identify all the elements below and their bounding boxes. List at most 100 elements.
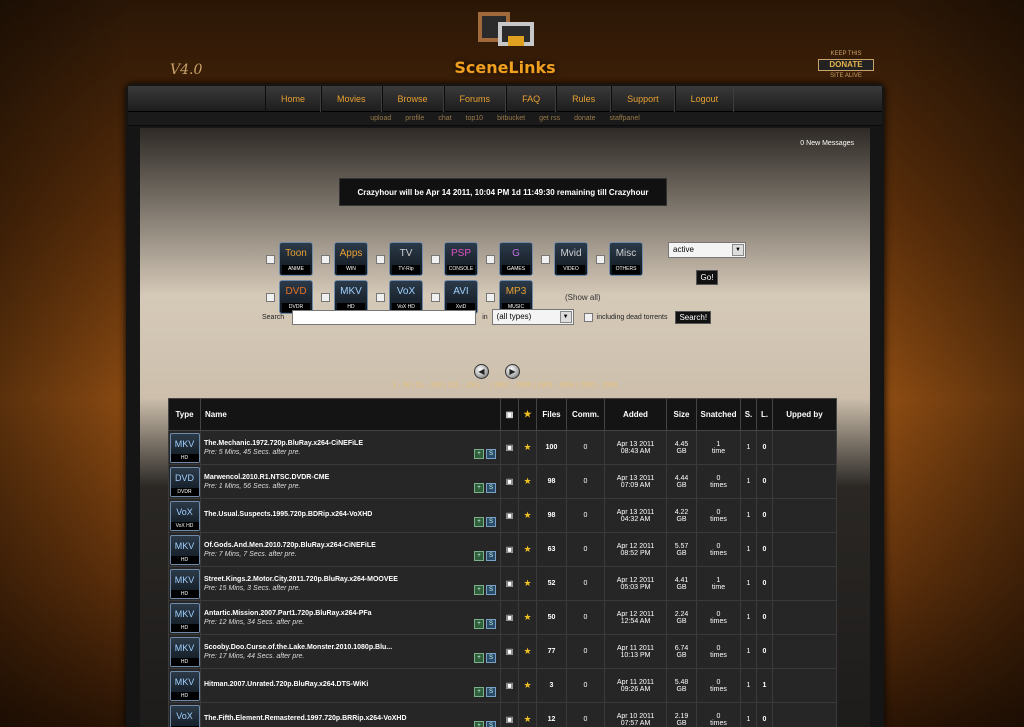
header-type[interactable]: Type xyxy=(168,398,201,431)
type-tile-icon[interactable]: MKV HD xyxy=(169,602,200,633)
star-icon[interactable]: ★ xyxy=(523,544,531,554)
bookmark-cell[interactable]: ★ xyxy=(518,668,537,703)
category-checkbox[interactable] xyxy=(431,254,440,264)
upped-by-cell[interactable] xyxy=(772,566,837,601)
nav-item-logout[interactable]: Logout xyxy=(674,86,735,112)
table-row[interactable]: DVD DVDR Marwencol.2010.R1.NTSC.DVDR-CME Pr… xyxy=(168,464,837,499)
star-icon[interactable]: ★ xyxy=(523,680,531,690)
header-comments[interactable]: Comm. xyxy=(566,398,605,431)
add-icon[interactable]: + xyxy=(474,483,484,493)
snatched-cell[interactable]: 1 time xyxy=(696,566,741,601)
download-cell[interactable]: ▣ xyxy=(500,702,519,727)
snatched-cell[interactable]: 0 times xyxy=(696,498,741,533)
comments-cell[interactable]: 0 xyxy=(566,464,605,499)
files-cell[interactable]: 50 xyxy=(536,600,567,635)
leechers-cell[interactable]: 0 xyxy=(756,430,773,465)
category-tile-icon[interactable]: Toon ANIME xyxy=(279,242,313,276)
files-cell[interactable]: 12 xyxy=(536,702,567,727)
type-cell[interactable]: VoXVoX HD xyxy=(168,702,201,727)
bookmark-cell[interactable]: ★ xyxy=(518,600,537,635)
torrent-name-link[interactable]: Antartic.Mission.2007.Part1.720p.BluRay.… xyxy=(204,610,500,617)
bookmark-cell[interactable]: ★ xyxy=(518,566,537,601)
leechers-cell[interactable]: 0 xyxy=(756,532,773,567)
floppy-icon[interactable]: ▣ xyxy=(506,477,514,486)
files-cell[interactable]: 100 xyxy=(536,430,567,465)
comments-cell[interactable]: 0 xyxy=(566,702,605,727)
type-cell[interactable]: MKV HD xyxy=(168,430,201,465)
add-icon[interactable]: + xyxy=(474,619,484,629)
bookmark-cell[interactable]: ★ xyxy=(518,702,537,727)
torrent-name-link[interactable]: Hitman.2007.Unrated.720p.BluRay.x264.DTS… xyxy=(204,681,500,688)
category-tile-icon[interactable]: Mvid VIDEO xyxy=(554,242,588,276)
bookmark-cell[interactable]: ★ xyxy=(518,430,537,465)
subnav-item-bitbucket[interactable]: bitbucket xyxy=(490,112,532,125)
sub-icon[interactable]: S xyxy=(486,721,496,727)
torrent-name-link[interactable]: Street.Kings.2.Motor.City.2011.720p.BluR… xyxy=(204,576,500,583)
go-button[interactable]: Go! xyxy=(696,270,718,285)
type-cell[interactable]: VoXVoX HD xyxy=(168,498,201,533)
floppy-icon[interactable]: ▣ xyxy=(506,443,514,452)
comments-cell[interactable]: 0 xyxy=(566,566,605,601)
torrent-name-link[interactable]: The.Usual.Suspects.1995.720p.BDRip.x264-… xyxy=(204,511,500,518)
torrent-name-link[interactable]: The.Fifth.Element.Remastered.1997.720p.B… xyxy=(204,715,500,722)
nav-item-browse[interactable]: Browse xyxy=(381,86,444,112)
category-tile-icon[interactable]: TV TV-Rip xyxy=(389,242,423,276)
download-cell[interactable]: ▣ xyxy=(500,430,519,465)
star-icon[interactable]: ★ xyxy=(523,714,531,724)
nav-item-faq[interactable]: FAQ xyxy=(506,86,557,112)
bookmark-cell[interactable]: ★ xyxy=(518,464,537,499)
leechers-cell[interactable]: 0 xyxy=(756,634,773,669)
bookmark-cell[interactable]: ★ xyxy=(518,634,537,669)
nav-item-forums[interactable]: Forums xyxy=(443,86,507,112)
add-icon[interactable]: + xyxy=(474,517,484,527)
category-checkbox[interactable] xyxy=(321,254,330,264)
header-size[interactable]: Size xyxy=(666,398,697,431)
snatched-cell[interactable]: 0 times xyxy=(696,600,741,635)
star-icon[interactable]: ★ xyxy=(523,646,531,656)
upped-by-cell[interactable] xyxy=(772,464,837,499)
type-cell[interactable]: DVD DVDR xyxy=(168,464,201,499)
table-row[interactable]: MKV HD Street.Kings.2.Motor.City.2011.720p… xyxy=(168,566,837,601)
search-button[interactable]: Search! xyxy=(675,310,712,324)
sub-icon[interactable]: S xyxy=(486,517,496,527)
header-name[interactable]: Name xyxy=(200,398,501,431)
star-icon[interactable]: ★ xyxy=(523,476,531,486)
leechers-cell[interactable]: 0 xyxy=(756,702,773,727)
star-icon[interactable]: ★ xyxy=(523,578,531,588)
donate-widget[interactable]: KEEP THIS DONATE SITE ALIVE xyxy=(818,50,874,80)
table-row[interactable]: VoXVoX HD The.Fifth.Element.Remastered.19… xyxy=(168,702,837,727)
new-messages-link[interactable]: 0 New Messages xyxy=(800,140,854,147)
floppy-icon[interactable]: ▣ xyxy=(506,647,514,656)
category-tile-icon[interactable]: Misc OTHERS xyxy=(609,242,643,276)
seeders-cell[interactable]: 1 xyxy=(740,464,757,499)
header-seeders[interactable]: S. xyxy=(740,398,757,431)
subnav-item-get-rss[interactable]: get rss xyxy=(532,112,567,125)
donate-button[interactable]: DONATE xyxy=(818,59,874,71)
floppy-icon[interactable]: ▣ xyxy=(506,715,514,724)
show-all-link[interactable]: (Show all) xyxy=(565,293,601,302)
nav-item-movies[interactable]: Movies xyxy=(321,86,382,112)
seeders-cell[interactable]: 1 xyxy=(740,634,757,669)
header-files[interactable]: Files xyxy=(536,398,567,431)
floppy-icon[interactable]: ▣ xyxy=(506,545,514,554)
add-icon[interactable]: + xyxy=(474,449,484,459)
type-tile-icon[interactable]: VoXVoX HD xyxy=(169,704,200,727)
type-tile-icon[interactable]: MKV HD xyxy=(169,636,200,667)
subnav-item-donate[interactable]: donate xyxy=(567,112,602,125)
category-checkbox[interactable] xyxy=(266,292,275,302)
upped-by-cell[interactable] xyxy=(772,634,837,669)
table-row[interactable]: MKV HD Of.Gods.And.Men.2010.720p.BluRay.x2… xyxy=(168,532,837,567)
bookmark-cell[interactable]: ★ xyxy=(518,532,537,567)
sub-icon[interactable]: S xyxy=(486,551,496,561)
table-row[interactable]: MKV HD Hitman.2007.Unrated.720p.BluRay.x26… xyxy=(168,668,837,703)
table-row[interactable]: MKV HD The.Mechanic.1972.720p.BluRay.x264-… xyxy=(168,430,837,465)
category-checkbox[interactable] xyxy=(541,254,550,264)
upped-by-cell[interactable] xyxy=(772,532,837,567)
category-checkbox[interactable] xyxy=(486,254,495,264)
upped-by-cell[interactable] xyxy=(772,430,837,465)
header-added[interactable]: Added xyxy=(604,398,667,431)
category-checkbox[interactable] xyxy=(376,292,385,302)
header-save[interactable]: ▣ xyxy=(500,398,519,431)
category-checkbox[interactable] xyxy=(321,292,330,302)
type-cell[interactable]: MKV HD xyxy=(168,532,201,567)
